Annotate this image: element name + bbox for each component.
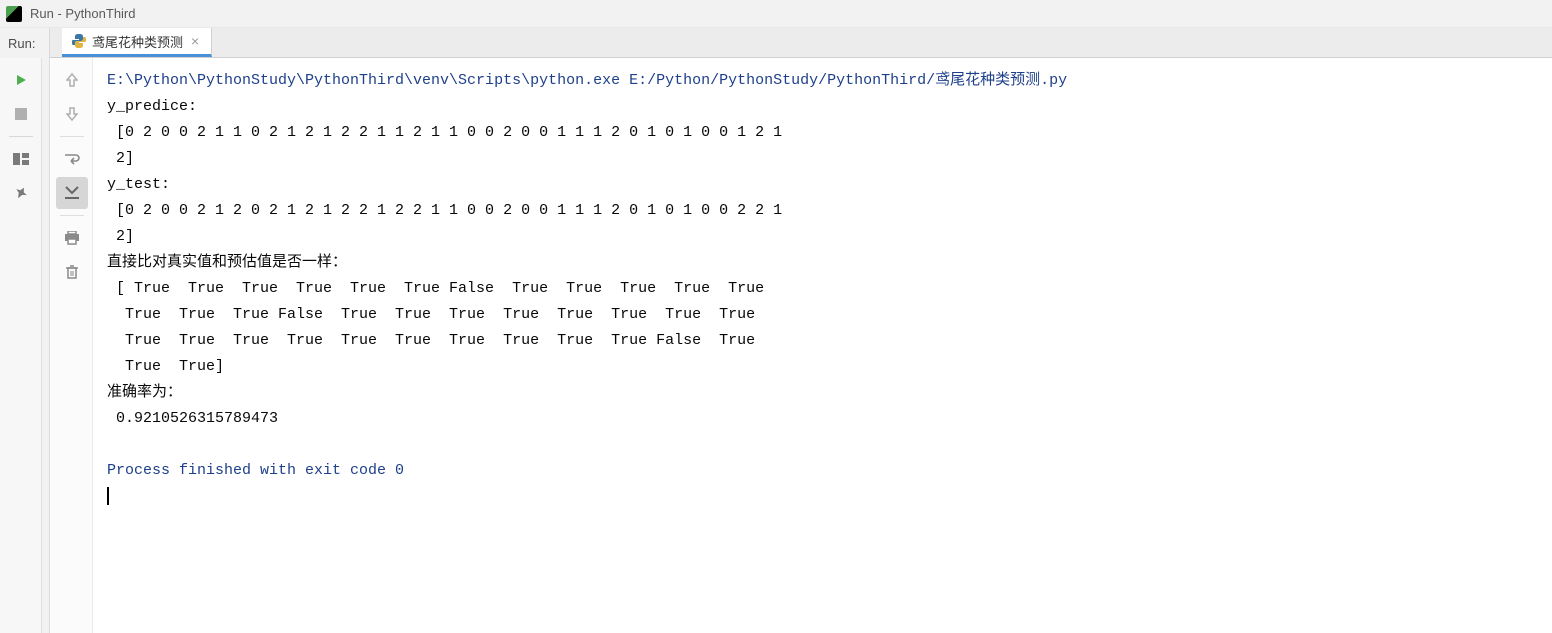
toolbar-divider [9, 136, 33, 137]
console-toolbar [51, 58, 93, 633]
title-bar: Run - PythonThird [0, 0, 1552, 28]
stop-button[interactable] [5, 98, 37, 130]
print-button[interactable] [56, 222, 88, 254]
console-output[interactable]: E:\Python\PythonStudy\PythonThird\venv\S… [93, 58, 1552, 633]
close-icon[interactable]: × [189, 33, 201, 49]
down-stack-button[interactable] [56, 98, 88, 130]
rerun-button[interactable] [5, 64, 37, 96]
console-toolbar-divider [60, 136, 84, 137]
tab-label: 鸢尾花种类预测 [92, 32, 183, 51]
soft-wrap-button[interactable] [56, 143, 88, 175]
command-line: E:\Python\PythonStudy\PythonThird\venv\S… [107, 72, 1067, 89]
run-toolbar [0, 58, 42, 633]
clear-all-button[interactable] [56, 256, 88, 288]
pycharm-icon [6, 6, 22, 22]
run-label: Run: [4, 36, 45, 51]
console-toolbar-divider [60, 215, 84, 216]
tool-window: Run: 鸢尾花种类预测 × [0, 28, 1552, 633]
scroll-to-end-button[interactable] [56, 177, 88, 209]
up-stack-button[interactable] [56, 64, 88, 96]
pin-button[interactable] [5, 177, 37, 209]
main-row: E:\Python\PythonStudy\PythonThird\venv\S… [50, 58, 1552, 633]
cursor [107, 487, 109, 505]
window-title: Run - PythonThird [30, 6, 136, 21]
python-file-icon [72, 34, 86, 48]
run-tab[interactable]: 鸢尾花种类预测 × [62, 28, 212, 57]
layout-button[interactable] [5, 143, 37, 175]
tab-bar: 鸢尾花种类预测 × [50, 28, 1552, 58]
exit-message: Process finished with exit code 0 [107, 462, 404, 479]
content-area: 鸢尾花种类预测 × [50, 28, 1552, 633]
